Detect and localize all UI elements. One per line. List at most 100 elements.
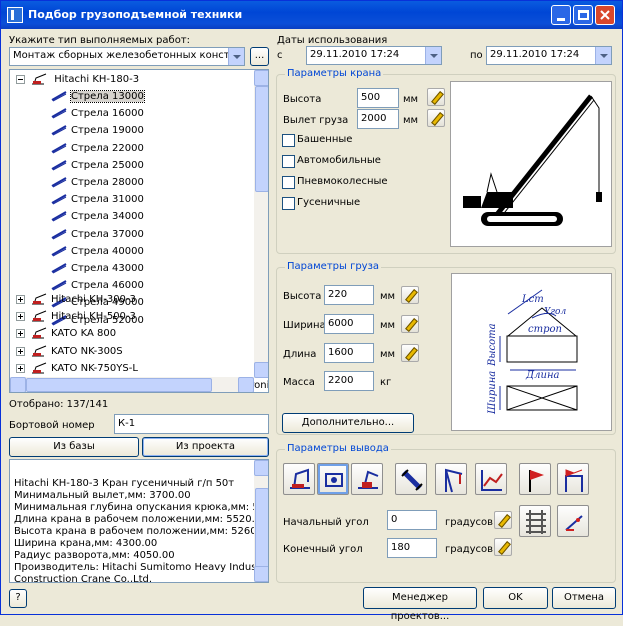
- tree-boom-item[interactable]: Стрела 43000: [50, 261, 144, 277]
- date-from-picker[interactable]: 29.11.2010 17:24: [306, 46, 442, 65]
- boom-icon: [51, 228, 67, 240]
- board-number-input[interactable]: К-1: [114, 414, 269, 434]
- output-beam-icon-button[interactable]: [395, 463, 427, 495]
- close-button[interactable]: [595, 5, 615, 25]
- cargo-length-input[interactable]: 1600: [324, 343, 374, 363]
- diagram-angle-label: Угол: [544, 307, 566, 317]
- tree-boom-item[interactable]: Стрела 34000: [50, 209, 144, 225]
- work-type-value: Монтаж сборных железобетонных конструкци…: [13, 50, 245, 61]
- expand-icon[interactable]: [16, 312, 25, 322]
- pencil-icon[interactable]: [401, 344, 419, 362]
- tree-crane-label: KATO NK-750YS-L: [51, 362, 138, 374]
- work-type-select[interactable]: Монтаж сборных железобетонных конструкци…: [9, 47, 245, 66]
- expand-icon[interactable]: [16, 346, 25, 356]
- ok-button[interactable]: OK: [483, 587, 548, 609]
- expand-icon[interactable]: [16, 363, 25, 373]
- output-angle-icon-button[interactable]: [557, 505, 589, 537]
- pencil-icon[interactable]: [427, 88, 445, 106]
- tree-root-label: Hitachi KH-180-3: [54, 74, 140, 85]
- tree-boom-label: Стрела 28000: [71, 177, 144, 188]
- cancel-button[interactable]: Отмена: [552, 587, 616, 609]
- pencil-icon[interactable]: [401, 286, 419, 304]
- tree-boom-item[interactable]: Стрела 37000: [50, 227, 144, 243]
- cargo-height-label: Высота: [283, 291, 322, 302]
- tree-boom-item[interactable]: Стрела 40000: [50, 244, 144, 260]
- info-line: Длина крана в рабочем положении,мм: 5520…: [14, 514, 268, 525]
- boom-icon: [51, 142, 67, 154]
- project-manager-button[interactable]: Менеджер проектов...: [363, 587, 477, 622]
- crane-reach-input[interactable]: 2000: [357, 109, 399, 129]
- boom-icon: [51, 280, 67, 291]
- work-type-more-button[interactable]: ...: [250, 47, 269, 66]
- pencil-icon[interactable]: [427, 109, 445, 127]
- tree-boom-item[interactable]: Стрела 13000: [50, 89, 145, 105]
- cargo-mass-input[interactable]: 2200: [324, 371, 374, 391]
- crane-params-title: Параметры крана: [285, 68, 384, 79]
- pencil-icon[interactable]: [494, 538, 512, 556]
- title-bar: Подбор грузоподъемной техники: [1, 1, 622, 29]
- info-line: Минимальный вылет,мм: 3700.00: [14, 490, 191, 501]
- tree-boom-label: Стрела 13000: [70, 90, 145, 103]
- pencil-icon[interactable]: [494, 511, 512, 529]
- cargo-height-input[interactable]: 220: [324, 285, 374, 305]
- tree-vertical-scrollbar[interactable]: [254, 70, 268, 378]
- scroll-up-button[interactable]: [254, 70, 268, 86]
- collapse-icon[interactable]: [16, 75, 25, 84]
- tree-boom-item[interactable]: Стрела 31000: [50, 192, 144, 208]
- diagram-length-label: Длина: [525, 370, 560, 381]
- scroll-down-button[interactable]: [254, 362, 268, 378]
- tree-boom-label: Стрела 16000: [71, 108, 144, 120]
- tree-boom-label: Стрела 25000: [71, 159, 144, 171]
- start-angle-input[interactable]: 0: [387, 510, 437, 530]
- dates-label: Даты использования: [277, 35, 388, 46]
- boom-icon: [51, 159, 67, 171]
- output-chart-icon-button[interactable]: [475, 463, 507, 495]
- scroll-down-button[interactable]: [254, 566, 268, 582]
- maximize-button[interactable]: [573, 5, 593, 25]
- scroll-up-button[interactable]: [254, 460, 268, 476]
- crane-tree[interactable]: Hitachi KH-180-3 Стрела 13000 Стрела 1600…: [9, 69, 269, 393]
- scroll-thumb[interactable]: [255, 488, 268, 574]
- date-to-picker[interactable]: 29.11.2010 17:24: [486, 46, 612, 65]
- from-project-button[interactable]: Из проекта: [142, 437, 269, 457]
- minimize-button[interactable]: [551, 5, 571, 25]
- output-tower-icon-button[interactable]: [435, 463, 467, 495]
- cargo-width-label: Ширина: [283, 320, 326, 331]
- work-type-label: Укажите тип выполняемых работ:: [9, 35, 191, 46]
- additional-button[interactable]: Дополнительно...: [282, 413, 414, 433]
- expand-icon[interactable]: [16, 329, 25, 339]
- angle-icon: [565, 515, 583, 531]
- tree-horizontal-scrollbar[interactable]: [10, 377, 254, 392]
- info-scrollbar[interactable]: [254, 460, 268, 582]
- output-side-view-icon-button[interactable]: [351, 463, 383, 495]
- window-title: Подбор грузоподъемной техники: [28, 8, 243, 21]
- cargo-width-input[interactable]: 6000: [324, 314, 374, 334]
- expand-icon[interactable]: [16, 295, 25, 304]
- output-rails-icon-button[interactable]: [519, 505, 551, 537]
- output-crawler-icon-button[interactable]: [283, 463, 315, 495]
- output-frame-icon-button[interactable]: [557, 463, 589, 495]
- tree-boom-item[interactable]: Стрела 22000: [50, 141, 144, 157]
- end-angle-input[interactable]: 180: [387, 538, 437, 558]
- output-top-view-icon-button[interactable]: [317, 463, 349, 495]
- dialog-window: Подбор грузоподъемной техники Укажите ти…: [0, 0, 623, 622]
- tree-boom-item[interactable]: Стрела 25000: [50, 158, 144, 174]
- scroll-right-button[interactable]: [238, 377, 254, 392]
- scroll-thumb[interactable]: [26, 378, 212, 392]
- scroll-left-button[interactable]: [10, 377, 26, 392]
- from-base-button[interactable]: Из базы: [9, 437, 139, 457]
- pencil-icon[interactable]: [401, 315, 419, 333]
- tree-boom-item[interactable]: Стрела 16000: [50, 106, 144, 122]
- tree-boom-item[interactable]: Стрела 28000: [50, 175, 144, 191]
- scroll-thumb[interactable]: [255, 86, 268, 192]
- boom-icon: [51, 245, 67, 257]
- crane-height-input[interactable]: 500: [357, 88, 399, 108]
- checkbox-auto[interactable]: [282, 155, 295, 168]
- checkbox-pneumatic[interactable]: [282, 176, 295, 189]
- tree-boom-item[interactable]: Стрела 19000: [50, 123, 144, 139]
- crane-height-label: Высота: [283, 94, 322, 105]
- output-flag-icon-button[interactable]: [519, 463, 551, 495]
- checkbox-tower[interactable]: [282, 134, 295, 147]
- help-button[interactable]: ?: [9, 589, 27, 608]
- checkbox-crawler[interactable]: [282, 197, 295, 210]
